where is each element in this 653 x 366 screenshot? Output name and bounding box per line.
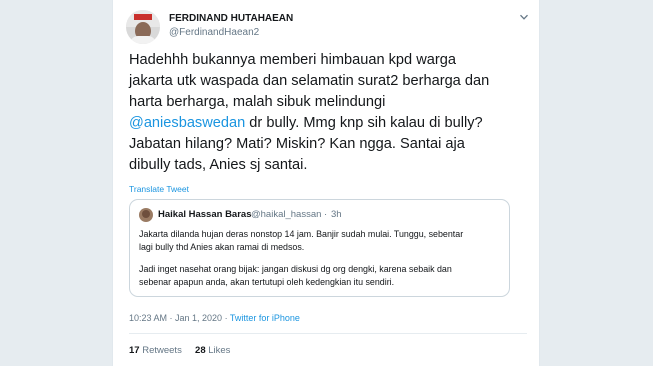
retweets-stat[interactable]: 17 Retweets (129, 345, 182, 356)
tweet-source-link[interactable]: Twitter for iPhone (230, 313, 300, 323)
chevron-down-icon[interactable] (519, 12, 529, 22)
tweet-card: FERDINAND HUTAHAEAN @FerdinandHaean2 Had… (112, 0, 540, 366)
author-handle[interactable]: @FerdinandHaean2 (169, 27, 259, 38)
quoted-author-name: Haikal Hassan Baras (158, 209, 252, 220)
quoted-author-avatar[interactable] (139, 208, 153, 222)
author-name[interactable]: FERDINAND HUTAHAEAN (169, 13, 293, 24)
quoted-text-line: lagi bully thd Anies akan ramai di medso… (139, 242, 305, 252)
quoted-separator: · (324, 209, 328, 220)
translate-tweet-link[interactable]: Translate Tweet (129, 184, 189, 194)
likes-stat[interactable]: 28 Likes (195, 345, 230, 356)
quoted-text-line: Jakarta dilanda hujan deras nonstop 14 j… (139, 229, 464, 239)
author-avatar[interactable] (126, 10, 160, 44)
tweet-timestamp[interactable]: 10:23 AM · Jan 1, 2020 · (129, 313, 230, 323)
tweet-stats: 17 Retweets 28 Likes (129, 345, 230, 356)
quoted-text-line: Jadi inget nasehat orang bijak: jangan d… (139, 264, 452, 274)
tweet-meta: 10:23 AM · Jan 1, 2020 · Twitter for iPh… (129, 313, 300, 323)
quoted-author-handle: @haikal_hassan (251, 209, 322, 220)
quoted-text-line: sebenar apapun anda, akan tertutupi oleh… (139, 277, 395, 287)
divider (129, 333, 527, 334)
quoted-time: 3h (331, 209, 342, 220)
tweet-text: Hadehhh bukannya memberi himbauan kpd wa… (129, 52, 490, 173)
mention-link[interactable]: @aniesbaswedan (129, 115, 245, 131)
quoted-tweet[interactable]: Haikal Hassan Baras @haikal_hassan · 3h … (129, 199, 510, 297)
